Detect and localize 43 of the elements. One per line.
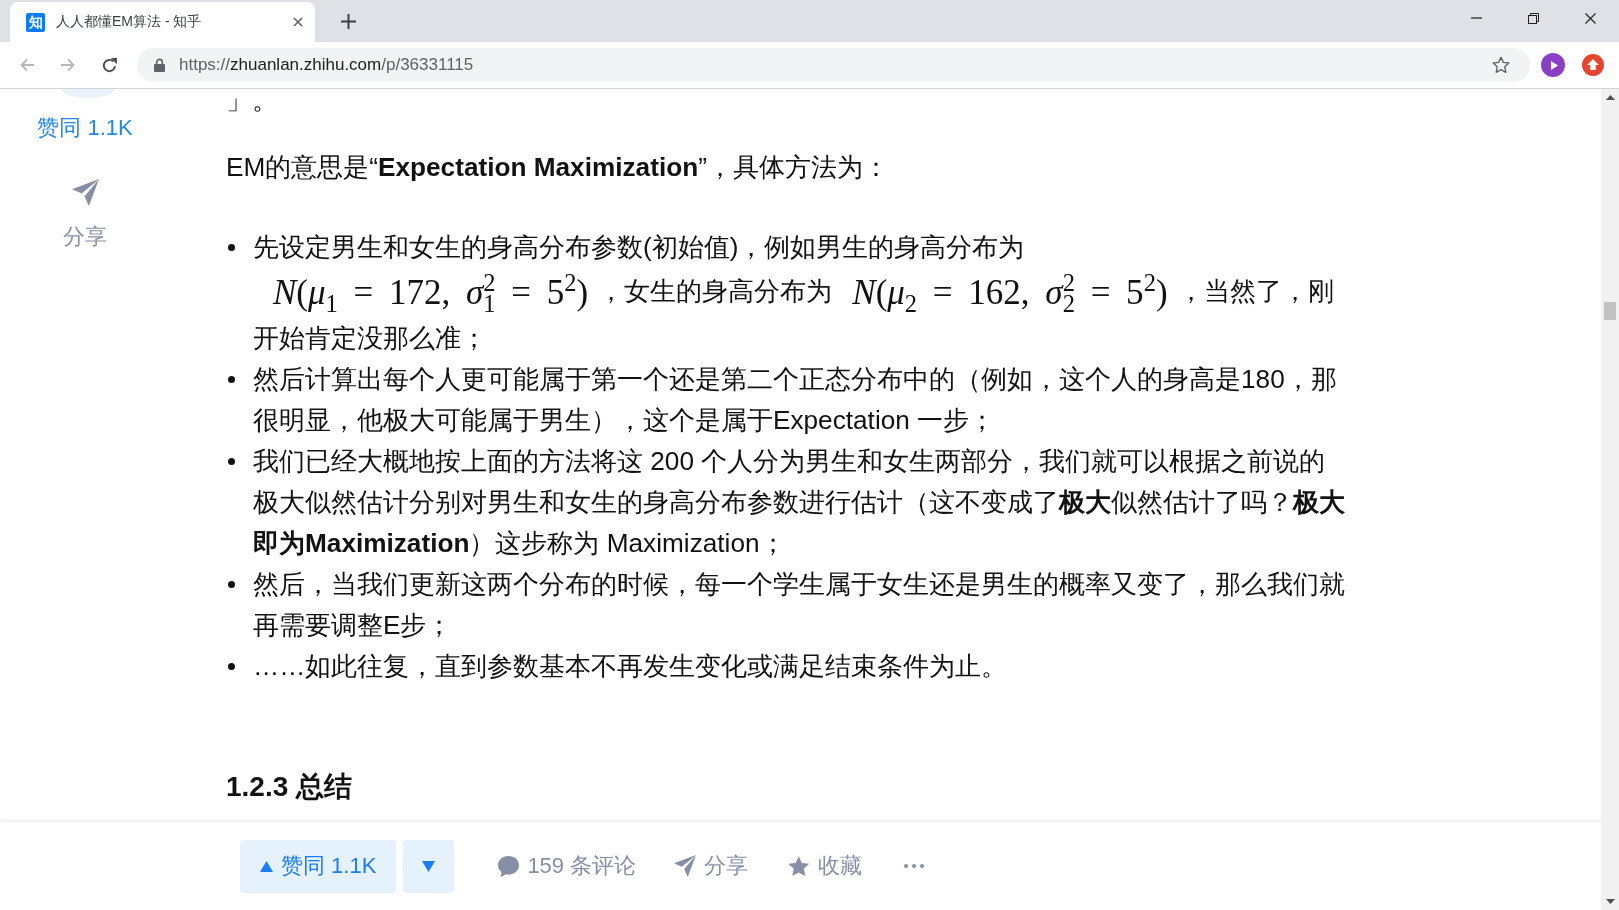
scroll-up-icon[interactable] [1605, 95, 1615, 100]
restore-icon[interactable] [1528, 12, 1539, 24]
list-item-text: 然后，当我们更新这两个分布的时候，每一个学生属于女生还是男生的概率又变了，那么我们就再需要调整E步； [253, 568, 1346, 642]
scroll-down-icon[interactable] [1605, 899, 1615, 904]
downvote-button[interactable] [403, 839, 455, 893]
plus-icon[interactable] [341, 13, 356, 29]
lock-icon [154, 58, 165, 72]
scrollbar-thumb[interactable] [1604, 302, 1616, 320]
share-button[interactable]: 分享 [63, 179, 107, 250]
triangle-down-icon [422, 860, 436, 872]
collect-button[interactable]: 收藏 [788, 851, 863, 881]
bullet-icon [228, 244, 235, 251]
list-item-text: ……如此往复，直到参数基本不再发生变化或满足结束条件为止。 [253, 650, 1009, 683]
paragraph-text: 」。 [226, 89, 279, 111]
address-bar[interactable]: https://zhuanlan.zhihu.com/p/36331115 [137, 48, 1530, 82]
play-circle-icon[interactable] [1541, 53, 1565, 77]
star-icon [788, 855, 811, 877]
star-icon[interactable] [1492, 56, 1510, 74]
reload-icon[interactable] [100, 56, 118, 74]
close-icon[interactable] [293, 17, 303, 27]
paper-plane-icon [71, 179, 99, 206]
triangle-up-icon [260, 860, 273, 872]
paragraph-text: EM的意思是“Expectation Maximization”，具体方法为： [226, 151, 890, 184]
bullet-icon [228, 663, 235, 670]
speech-bubble-icon [498, 855, 520, 877]
arrow-circle-icon[interactable] [1582, 54, 1604, 76]
list-item-text: 先设定男生和女生的身高分布参数(初始值)，例如男生的身高分布为 N(μ$_{1}$ = 172, σ$^{2}$$_{1}$ = 5$^{2}$) ，女生的身高分布为 N(μ$_{2}$ = 162, σ$^{2}$$_{2}$ = 5$^{2}$) ，当然了，刚开始肯定没那么准； [253, 231, 1335, 355]
upvote-button[interactable]: 赞同 1.1K [240, 839, 397, 893]
section-heading: 1.2.3 总结 [226, 770, 354, 804]
browser-tab[interactable]: 知 人人都懂EM算法 - 知乎 [10, 2, 315, 42]
close-icon[interactable] [1585, 12, 1596, 24]
list-item-text: 然后计算出每个人更可能属于第一个还是第二个正态分布中的（例如，这个人的身高是180，那很明显，他极大可能属于男生），这个是属于Expectation 一步； [253, 363, 1338, 437]
bullet-icon [228, 581, 235, 588]
list-item-text: 我们已经大概地按上面的方法将这 200 个人分为男生和女生两部分，我们就可以根据之前说的极大似然估计分别对男生和女生的身高分布参数进行估计（这不变成了极大似然估计了吗？极大即为Maximization）这步称为 Maximization； [253, 445, 1346, 560]
share-button[interactable]: 分享 [674, 851, 749, 881]
upvote-link[interactable]: 赞同 1.1K [37, 115, 133, 141]
comments-button[interactable]: 159 条评论 [498, 851, 637, 881]
more-icon[interactable] [904, 864, 925, 868]
favicon: 知 [26, 12, 45, 32]
bullet-icon [228, 376, 235, 383]
paper-plane-icon [674, 855, 697, 877]
scrollbar-track[interactable] [1601, 89, 1619, 910]
bullet-icon [228, 458, 235, 465]
